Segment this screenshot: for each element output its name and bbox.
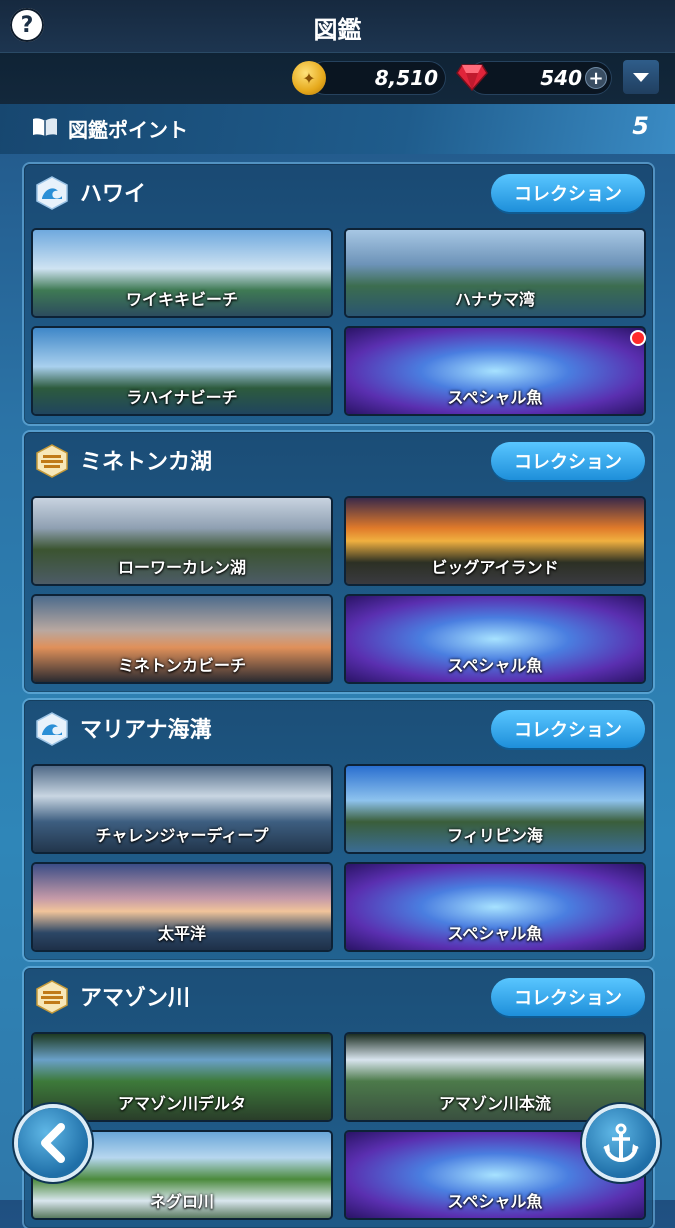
spot-label: ハナウマ湾 (454, 290, 535, 309)
spot-card[interactable]: スペシャル魚 (346, 328, 644, 414)
ocean-wave-icon (36, 712, 68, 746)
anchor-icon (603, 1123, 639, 1163)
spot-card[interactable]: ラハイナビーチ (33, 328, 331, 414)
spot-card[interactable]: ローワーカレン湖 (33, 498, 331, 584)
region-name: ミネトンカ湖 (80, 450, 213, 475)
menu-dropdown-button[interactable] (623, 60, 659, 94)
spot-label: ワイキキビーチ (125, 290, 238, 309)
chevron-left-icon (41, 1123, 65, 1163)
spot-label: ビッグアイランド (431, 558, 559, 577)
spot-card[interactable]: ワイキキビーチ (33, 230, 331, 316)
spot-card[interactable]: スペシャル魚 (346, 864, 644, 950)
coin-amount: 8,510 (374, 66, 438, 90)
chevron-down-icon (633, 73, 649, 82)
lake-icon (36, 444, 68, 478)
region-hawaii: ハワイ コレクション ワイキキビーチ ハナウマ湾 ラハイナビーチ スペシャル魚 (24, 164, 653, 424)
spot-label: スペシャル魚 (447, 656, 543, 675)
top-bar: ? 図鑑 (0, 0, 675, 52)
spot-label: スペシャル魚 (447, 924, 543, 943)
collection-button[interactable]: コレクション (491, 174, 645, 212)
spot-card[interactable]: ミネトンカビーチ (33, 596, 331, 682)
region-minnetonka: ミネトンカ湖 コレクション ローワーカレン湖 ビッグアイランド ミネトンカビーチ… (24, 432, 653, 692)
spot-label: チャレンジャーディープ (95, 826, 269, 845)
spot-label: ミネトンカビーチ (117, 656, 246, 675)
spot-card[interactable]: ビッグアイランド (346, 498, 644, 584)
ocean-wave-icon (36, 176, 68, 210)
spot-card[interactable]: スペシャル魚 (346, 596, 644, 682)
points-value: 5 (632, 112, 649, 140)
spot-label: ローワーカレン湖 (117, 558, 246, 577)
anchor-button[interactable] (586, 1108, 656, 1178)
points-label: 図鑑ポイント (68, 118, 188, 142)
spot-label: スペシャル魚 (447, 388, 543, 407)
collection-button[interactable]: コレクション (491, 978, 645, 1016)
region-name: マリアナ海溝 (80, 718, 212, 743)
region-amazon: アマゾン川 コレクション アマゾン川デルタ アマゾン川本流 ネグロ川 スペシャル… (24, 968, 653, 1228)
spot-label: ラハイナビーチ (126, 388, 238, 407)
spot-label: フィリピン海 (447, 826, 543, 845)
coin-icon: ✦ (292, 61, 326, 95)
spot-label: アマゾン川デルタ (117, 1094, 246, 1113)
spot-card[interactable]: アマゾン川デルタ (33, 1034, 331, 1120)
book-icon (33, 118, 57, 136)
gem-amount: 540 (540, 66, 582, 90)
spot-card[interactable]: チャレンジャーディープ (33, 766, 331, 852)
spot-label: アマゾン川本流 (438, 1094, 551, 1113)
spot-card[interactable]: ハナウマ湾 (346, 230, 644, 316)
new-badge (632, 332, 644, 344)
back-button[interactable] (18, 1108, 88, 1178)
collection-button[interactable]: コレクション (491, 710, 645, 748)
region-name: アマゾン川 (80, 986, 191, 1011)
spot-card[interactable]: 太平洋 (33, 864, 331, 950)
region-name: ハワイ (80, 182, 147, 207)
spot-card[interactable]: アマゾン川本流 (346, 1034, 644, 1120)
spot-label: ネグロ川 (149, 1192, 214, 1211)
currency-bar: ✦ 8,510 540 + (0, 52, 675, 106)
lake-icon (36, 980, 68, 1014)
page-title: 図鑑 (313, 16, 362, 44)
gem-icon (456, 64, 488, 91)
collection-button[interactable]: コレクション (491, 442, 645, 480)
spot-card[interactable]: フィリピン海 (346, 766, 644, 852)
add-gems-button[interactable]: + (585, 67, 607, 89)
spot-label: 太平洋 (157, 924, 206, 943)
spot-label: スペシャル魚 (447, 1192, 543, 1211)
region-mariana-trench: マリアナ海溝 コレクション チャレンジャーディープ フィリピン海 太平洋 スペシ… (24, 700, 653, 960)
